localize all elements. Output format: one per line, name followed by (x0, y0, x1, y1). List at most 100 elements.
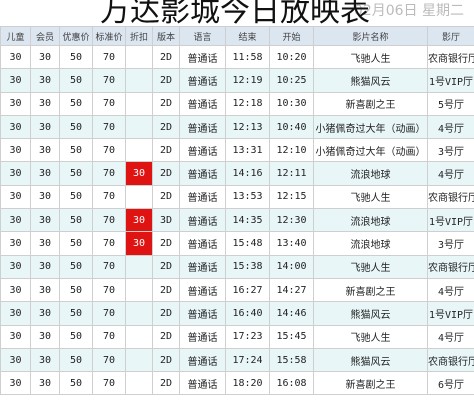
format-cell: 2D (152, 114, 180, 140)
end-time-cell: 15:38 (225, 254, 270, 279)
member-price-cell: 30 (30, 114, 60, 140)
end-time-cell: 13:31 (225, 138, 270, 163)
child-price-cell: 30 (0, 114, 31, 140)
standard-price-cell: 70 (92, 208, 126, 233)
member-price-cell: 30 (30, 138, 60, 163)
discount-price-cell: 50 (59, 208, 93, 233)
language-cell: 普通话 (179, 91, 226, 116)
end-time-cell: 16:27 (225, 277, 270, 303)
format-cell: 2D (152, 44, 180, 70)
table-row: 30 30 50 70 2D 普通话 17:24 15:58 熊猫风云 农商银行厅 (0, 347, 474, 373)
child-price-cell: 30 (0, 91, 31, 116)
member-price-cell: 30 (30, 277, 60, 303)
language-cell: 普通话 (179, 184, 226, 210)
standard-price-cell: 70 (92, 91, 126, 116)
discount-price-cell: 50 (59, 91, 93, 116)
format-cell: 3D (152, 208, 180, 233)
end-time-cell: 14:16 (225, 161, 270, 186)
format-cell: 2D (152, 68, 180, 93)
column-header: 会员 (30, 26, 60, 46)
schedule-table: 儿童 会员 优惠价 标准价 折扣 版本 语言 结束 开始 影片名称 影厅 30 30 50 70 2D 普通话… (0, 26, 474, 396)
table-row: 30 30 50 70 30 3D 普通话 14:35 12:30 流浪地球 1号VIP厅 (0, 208, 474, 233)
discount-price-cell: 50 (59, 371, 93, 396)
table-row: 30 30 50 70 30 2D 普通话 14:16 12:11 流浪地球 4号厅 (0, 161, 474, 186)
discount-price-cell: 50 (59, 277, 93, 303)
promo-price-cell (125, 254, 153, 279)
member-price-cell: 30 (30, 44, 60, 70)
hall-cell: 1号VIP厅 (427, 301, 474, 326)
film-title-cell: 飞驰人生 (313, 324, 428, 349)
language-cell: 普通话 (179, 138, 226, 163)
hall-cell: 农商银行厅 (427, 184, 474, 210)
table-row: 30 30 50 70 2D 普通话 16:27 14:27 新喜剧之王 4号厅 (0, 277, 474, 303)
film-title-cell: 飞驰人生 (313, 184, 428, 210)
member-price-cell: 30 (30, 347, 60, 373)
member-price-cell: 30 (30, 371, 60, 396)
column-header: 影厅 (427, 26, 474, 46)
hall-cell: 1号VIP厅 (427, 68, 474, 93)
promo-price-cell (125, 347, 153, 373)
format-cell: 2D (152, 254, 180, 279)
start-time-cell: 12:11 (269, 161, 314, 186)
hall-cell: 3号厅 (427, 138, 474, 163)
child-price-cell: 30 (0, 68, 31, 93)
page-title: 万达影城今日放映表 (100, 0, 370, 29)
film-title-cell: 飞驰人生 (313, 44, 428, 70)
table-row: 30 30 50 70 2D 普通话 15:38 14:00 飞驰人生 农商银行厅 (0, 254, 474, 279)
film-title-cell: 飞驰人生 (313, 254, 428, 279)
child-price-cell: 30 (0, 208, 31, 233)
hall-cell: 6号厅 (427, 371, 474, 396)
promo-price-cell: 30 (125, 161, 153, 186)
schedule-body: 30 30 50 70 2D 普通话 11:58 10:20 飞驰人生 农商银行厅 30 30 50 70… (0, 44, 474, 396)
child-price-cell: 30 (0, 347, 31, 373)
member-price-cell: 30 (30, 161, 60, 186)
format-cell: 2D (152, 184, 180, 210)
format-cell: 2D (152, 138, 180, 163)
end-time-cell: 12:13 (225, 114, 270, 140)
hall-cell: 农商银行厅 (427, 254, 474, 279)
member-price-cell: 30 (30, 231, 60, 256)
promo-price-cell (125, 371, 153, 396)
language-cell: 普通话 (179, 114, 226, 140)
discount-price-cell: 50 (59, 254, 93, 279)
start-time-cell: 10:40 (269, 114, 314, 140)
standard-price-cell: 70 (92, 301, 126, 326)
child-price-cell: 30 (0, 301, 31, 326)
promo-price-cell (125, 44, 153, 70)
format-cell: 2D (152, 161, 180, 186)
promo-price-cell (125, 277, 153, 303)
hall-cell: 4号厅 (427, 114, 474, 140)
standard-price-cell: 70 (92, 324, 126, 349)
language-cell: 普通话 (179, 254, 226, 279)
table-row: 30 30 50 70 2D 普通话 17:23 15:45 飞驰人生 4号厅 (0, 324, 474, 349)
member-price-cell: 30 (30, 68, 60, 93)
start-time-cell: 15:45 (269, 324, 314, 349)
hall-cell: 4号厅 (427, 161, 474, 186)
end-time-cell: 13:53 (225, 184, 270, 210)
end-time-cell: 17:23 (225, 324, 270, 349)
promo-price-cell: 30 (125, 231, 153, 256)
member-price-cell: 30 (30, 254, 60, 279)
promo-price-cell (125, 184, 153, 210)
film-title-cell: 流浪地球 (313, 161, 428, 186)
language-cell: 普通话 (179, 231, 226, 256)
end-time-cell: 16:40 (225, 301, 270, 326)
language-cell: 普通话 (179, 277, 226, 303)
discount-price-cell: 50 (59, 68, 93, 93)
discount-price-cell: 50 (59, 231, 93, 256)
standard-price-cell: 70 (92, 68, 126, 93)
end-time-cell: 11:58 (225, 44, 270, 70)
hall-cell: 农商银行厅 (427, 347, 474, 373)
standard-price-cell: 70 (92, 184, 126, 210)
language-cell: 普通话 (179, 371, 226, 396)
language-cell: 普通话 (179, 44, 226, 70)
child-price-cell: 30 (0, 44, 31, 70)
child-price-cell: 30 (0, 277, 31, 303)
language-cell: 普通话 (179, 301, 226, 326)
hall-cell: 4号厅 (427, 277, 474, 303)
promo-price-cell (125, 91, 153, 116)
table-row: 30 30 50 70 2D 普通话 12:18 10:30 新喜剧之王 5号厅 (0, 91, 474, 116)
standard-price-cell: 70 (92, 371, 126, 396)
language-cell: 普通话 (179, 347, 226, 373)
start-time-cell: 14:00 (269, 254, 314, 279)
